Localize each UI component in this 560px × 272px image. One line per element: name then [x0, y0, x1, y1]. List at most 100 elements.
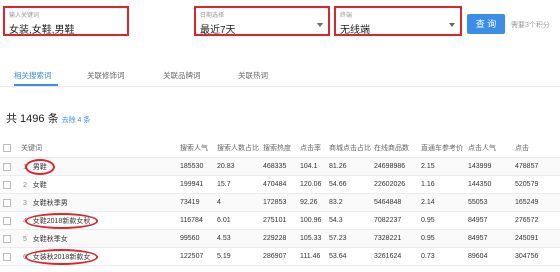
- keyword-text[interactable]: 女装秋2018新款女: [24, 248, 99, 265]
- table-header-cell[interactable]: 搜索热度: [260, 138, 297, 158]
- terminal-label: 终端: [340, 13, 353, 19]
- table-cell: 0.95: [418, 229, 465, 248]
- keyword-text[interactable]: 女鞋2018新款女秋: [24, 212, 99, 229]
- table-cell: 100.96: [297, 211, 326, 230]
- table-header-cell[interactable]: 商城点击占比: [326, 138, 371, 158]
- table-cell: 116784: [177, 211, 214, 230]
- checkbox[interactable]: [3, 252, 11, 261]
- table-cell: 478857: [512, 157, 560, 176]
- table-cell: 5.19: [214, 247, 260, 266]
- keyword-label: 输入关键词: [9, 13, 40, 19]
- table-cell: 185530: [177, 157, 214, 176]
- tab-hot-words[interactable]: 关联热词: [238, 70, 268, 81]
- table-cell: 53.64: [326, 247, 371, 266]
- keyword-text[interactable]: 女鞋秋季女: [33, 236, 68, 243]
- table-cell: 24698986: [371, 157, 418, 176]
- keyword-text[interactable]: 男鞋: [24, 158, 55, 175]
- table-header-cell[interactable]: 搜索人气: [177, 138, 214, 158]
- checkbox[interactable]: [3, 143, 11, 152]
- table-cell: 520579: [512, 175, 560, 194]
- row-index: 2: [23, 181, 27, 189]
- checkbox[interactable]: [3, 216, 11, 225]
- tab-modifier-words[interactable]: 关联修饰词: [87, 70, 125, 81]
- table-cell: 2.15: [418, 157, 465, 176]
- query-button[interactable]: 查 询: [467, 14, 505, 34]
- remove-link[interactable]: 去除 4 条: [62, 117, 91, 124]
- table-header-cell[interactable]: 在线商品数: [371, 138, 418, 158]
- row-index: 3: [23, 199, 27, 207]
- keyword-value[interactable]: 女装,女鞋,男鞋: [9, 21, 75, 36]
- keyword-cell: 1 男鞋: [20, 157, 177, 176]
- table-cell: 0.95: [418, 211, 465, 230]
- chevron-down-icon[interactable]: [317, 23, 323, 27]
- table-row: 6 女装秋2018新款女 122507 5.19 286907 111.46 53.64 3…: [0, 247, 560, 266]
- keyword-cell: 5 女鞋秋季女: [20, 229, 177, 248]
- table-cell: 4: [214, 193, 260, 212]
- result-count: 共 1496 条: [6, 113, 59, 125]
- table-cell: 81.26: [326, 157, 371, 176]
- keyword-text[interactable]: 女鞋秋季男: [33, 200, 68, 207]
- table-header-cell[interactable]: 点击率: [297, 138, 326, 158]
- table-cell: 229228: [260, 229, 297, 248]
- table-cell: 73419: [177, 193, 214, 212]
- active-tab-indicator: [14, 84, 58, 86]
- table-cell: 468335: [260, 157, 297, 176]
- header-select-all[interactable]: [0, 138, 20, 158]
- table-cell: 6.01: [214, 211, 260, 230]
- row-checkbox-cell[interactable]: [0, 175, 20, 194]
- table-cell: 120.06: [297, 175, 326, 194]
- checkbox[interactable]: [3, 198, 11, 207]
- table-cell: 4.53: [214, 229, 260, 248]
- table-cell: 20.83: [214, 157, 260, 176]
- table-cell: 144350: [465, 175, 512, 194]
- table-cell: 22602026: [371, 175, 418, 194]
- table-cell: 199941: [177, 175, 214, 194]
- row-checkbox-cell[interactable]: [0, 193, 20, 212]
- table-cell: 89604: [465, 247, 512, 266]
- row-index: 5: [23, 235, 27, 243]
- table-cell: 7328221: [371, 229, 418, 248]
- table-cell: 111.46: [297, 247, 326, 266]
- date-range-label: 日期选择: [200, 13, 225, 19]
- table-cell: 92.26: [297, 193, 326, 212]
- table-row: 5 女鞋秋季女 99560 4.53 229228 105.33 57.23 7328221…: [0, 229, 560, 248]
- table-cell: 5464848: [371, 193, 418, 212]
- keyword-text[interactable]: 女鞋: [33, 182, 47, 189]
- table-cell: 165249: [512, 193, 560, 212]
- checkbox[interactable]: [3, 180, 11, 189]
- row-checkbox-cell[interactable]: [0, 247, 20, 266]
- table-cell: 1.16: [418, 175, 465, 194]
- date-range-select[interactable]: 日期选择 最近7天: [194, 6, 330, 36]
- table-header-cell[interactable]: 搜索人数占比: [214, 138, 260, 158]
- row-checkbox-cell[interactable]: [0, 157, 20, 176]
- table-cell: 84957: [465, 211, 512, 230]
- table-header-cell[interactable]: 直通车参考价: [418, 138, 465, 158]
- checkbox[interactable]: [3, 234, 11, 243]
- table-header-row: 关键词 搜索人气 搜索人数占比 搜索热度 点击率 商城点击占比 在线商品数 直通…: [0, 138, 560, 158]
- checkbox[interactable]: [3, 162, 11, 171]
- tab-brand-words[interactable]: 关联品牌词: [163, 70, 201, 81]
- table-cell: 105.33: [297, 229, 326, 248]
- cost-note: 需要3个积分: [511, 22, 550, 29]
- terminal-value: 无线端: [340, 25, 370, 36]
- row-checkbox-cell[interactable]: [0, 229, 20, 248]
- table-cell: 143999: [465, 157, 512, 176]
- table-cell: 275101: [260, 211, 297, 230]
- table-cell: 276572: [512, 211, 560, 230]
- terminal-select[interactable]: 终端 无线端: [334, 6, 462, 36]
- chevron-down-icon[interactable]: [449, 23, 455, 27]
- table-cell: 7082237: [371, 211, 418, 230]
- table-cell: 286907: [260, 247, 297, 266]
- table-cell: 304756: [512, 247, 560, 266]
- table-row: 3 女鞋秋季男 73419 4 172853 92.26 83.2 5464848 2.14 5…: [0, 193, 560, 212]
- table-header-cell[interactable]: 点击人气: [465, 138, 512, 158]
- table-header-cell[interactable]: 点击: [512, 138, 560, 158]
- table-cell: 83.2: [326, 193, 371, 212]
- keyword-input[interactable]: 输入关键词 女装,女鞋,男鞋: [3, 6, 129, 36]
- keyword-cell: 6 女装秋2018新款女: [20, 247, 177, 266]
- row-checkbox-cell[interactable]: [0, 211, 20, 230]
- table-cell: 84957: [465, 229, 512, 248]
- date-range-value: 最近7天: [200, 25, 236, 36]
- table-cell: 57.23: [326, 229, 371, 248]
- tab-related-search-words[interactable]: 相关搜索词: [14, 70, 52, 81]
